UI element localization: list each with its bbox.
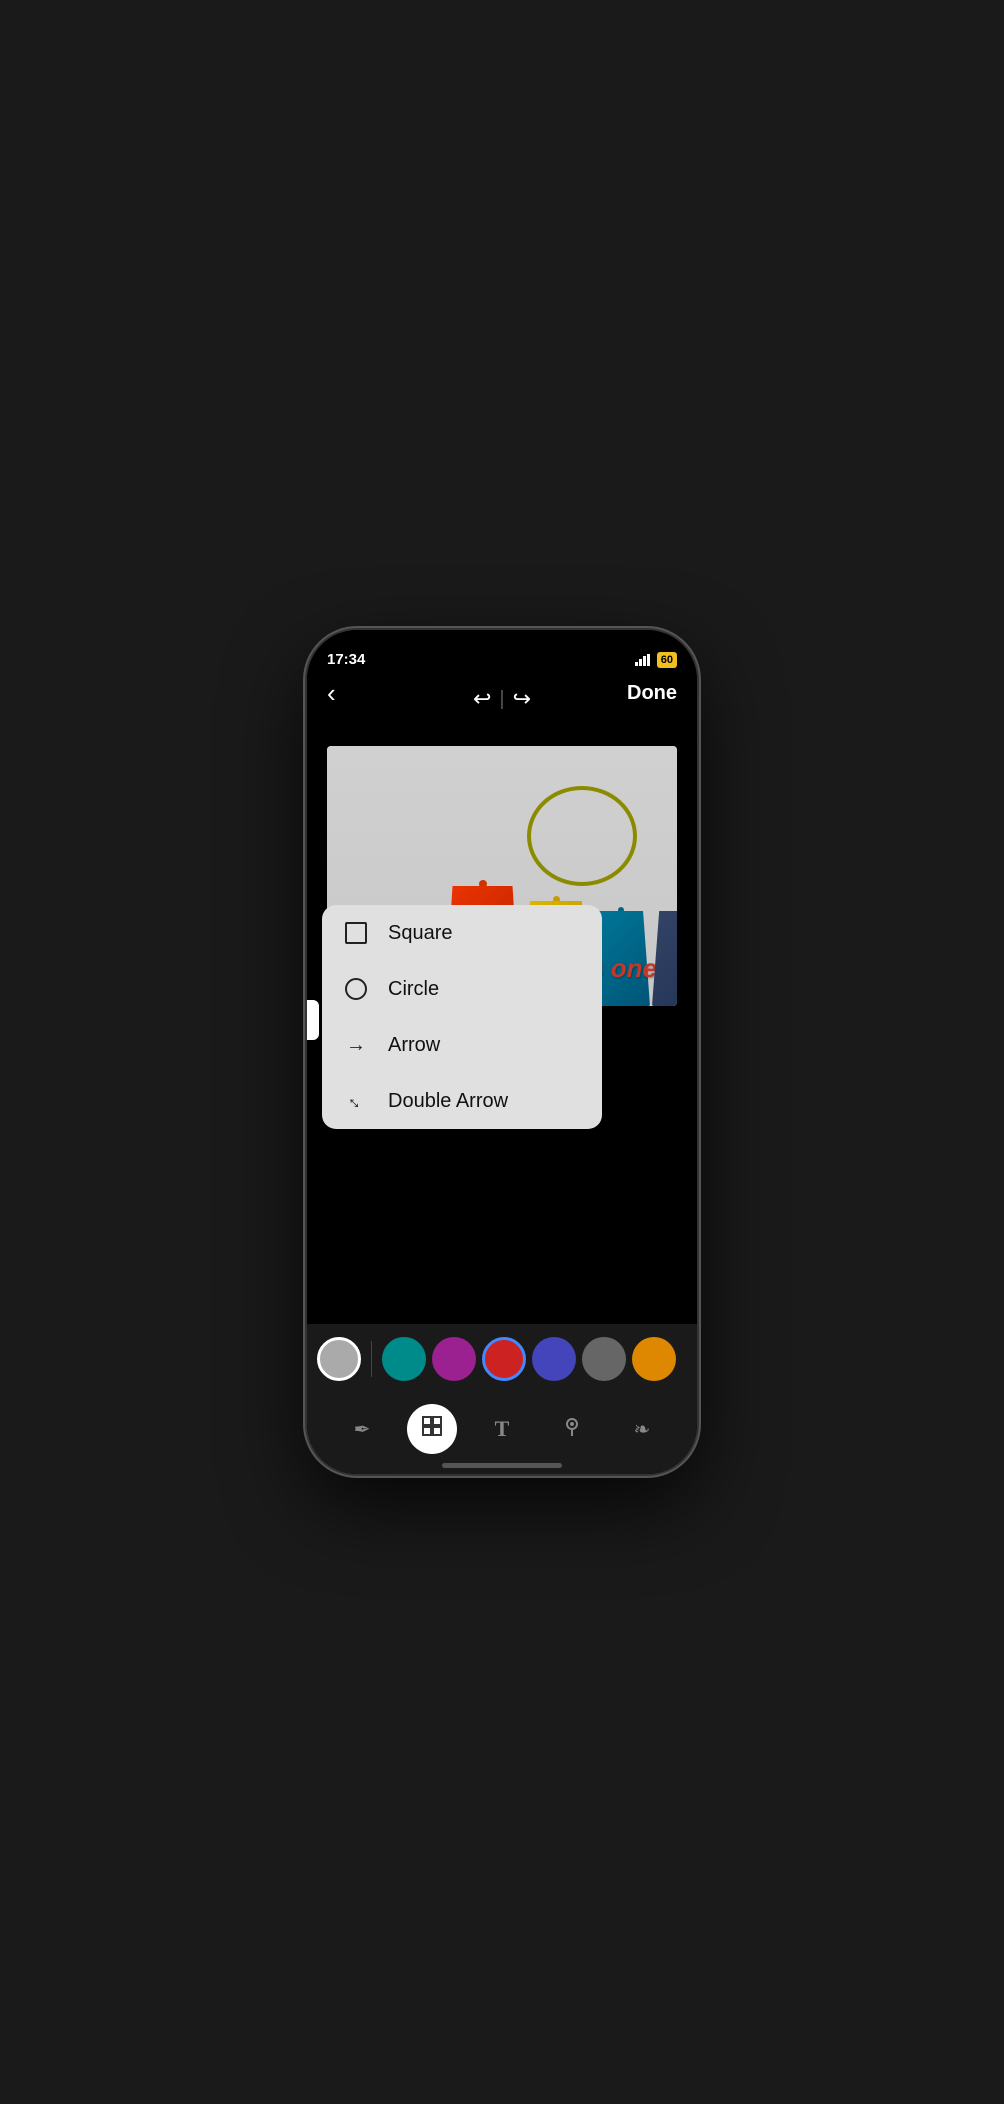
status-icons: 60 <box>635 652 677 668</box>
shapes-icon <box>421 1415 443 1443</box>
color-swatch-red[interactable] <box>482 1337 526 1381</box>
text-tool-button[interactable]: T <box>477 1404 527 1454</box>
location-icon <box>561 1415 583 1443</box>
side-handle[interactable] <box>307 1000 319 1040</box>
color-swatch-orange[interactable] <box>632 1337 676 1381</box>
text-icon: T <box>495 1416 510 1442</box>
home-indicator <box>442 1463 562 1468</box>
undo-redo-group: ↩ | ↪ <box>473 686 531 712</box>
undo-button[interactable]: ↩ <box>473 686 491 712</box>
arrow-icon: → <box>342 1031 370 1059</box>
redo-button[interactable]: ↪ <box>513 686 531 712</box>
phone-frame: 17:34 60 ‹ ↩ | ↪ Done <box>307 630 697 1474</box>
color-swatch-dark-gray[interactable] <box>582 1337 626 1381</box>
shape-item-double-arrow[interactable]: ↔ Double Arrow <box>322 1073 602 1129</box>
location-tool-button[interactable] <box>547 1404 597 1454</box>
filter-tool-button[interactable]: ❧ <box>617 1404 667 1454</box>
circle-icon <box>342 975 370 1003</box>
shape-label-arrow: Arrow <box>388 1034 440 1057</box>
shapes-tool-button[interactable] <box>407 1404 457 1454</box>
annotation-circle <box>527 786 637 886</box>
app-content: ‹ ↩ | ↪ Done <box>307 630 697 1474</box>
color-palette <box>307 1324 697 1394</box>
done-button[interactable]: Done <box>627 682 677 705</box>
shape-item-square[interactable]: Square <box>322 905 602 961</box>
shape-item-arrow[interactable]: → Arrow <box>322 1017 602 1073</box>
palette-divider <box>371 1341 372 1377</box>
shape-label-circle: Circle <box>388 978 439 1001</box>
color-swatch-teal[interactable] <box>382 1337 426 1381</box>
shape-item-circle[interactable]: Circle <box>322 961 602 1017</box>
status-time: 17:34 <box>327 651 365 668</box>
pen-icon: ✒ <box>354 1417 371 1442</box>
shape-label-double-arrow: Double Arrow <box>388 1090 508 1113</box>
toolbar-divider: | <box>499 688 504 711</box>
battery-label: 60 <box>657 652 677 668</box>
image-area: This one Square Circle <box>307 716 697 1324</box>
color-swatch-blue-purple[interactable] <box>532 1337 576 1381</box>
color-swatch-gray[interactable] <box>317 1337 361 1381</box>
bottom-toolbar: ✒ T <box>307 1394 697 1474</box>
pen-tool-button[interactable]: ✒ <box>337 1404 387 1454</box>
signal-icon <box>635 654 651 666</box>
color-swatch-purple[interactable] <box>432 1337 476 1381</box>
filter-icon: ❧ <box>634 1417 651 1442</box>
back-button[interactable]: ‹ <box>327 680 336 706</box>
double-arrow-icon: ↔ <box>342 1087 370 1115</box>
notch <box>422 630 582 660</box>
shape-label-square: Square <box>388 922 453 945</box>
shape-dropdown: Square Circle → Arrow <box>322 905 602 1129</box>
square-icon <box>342 919 370 947</box>
